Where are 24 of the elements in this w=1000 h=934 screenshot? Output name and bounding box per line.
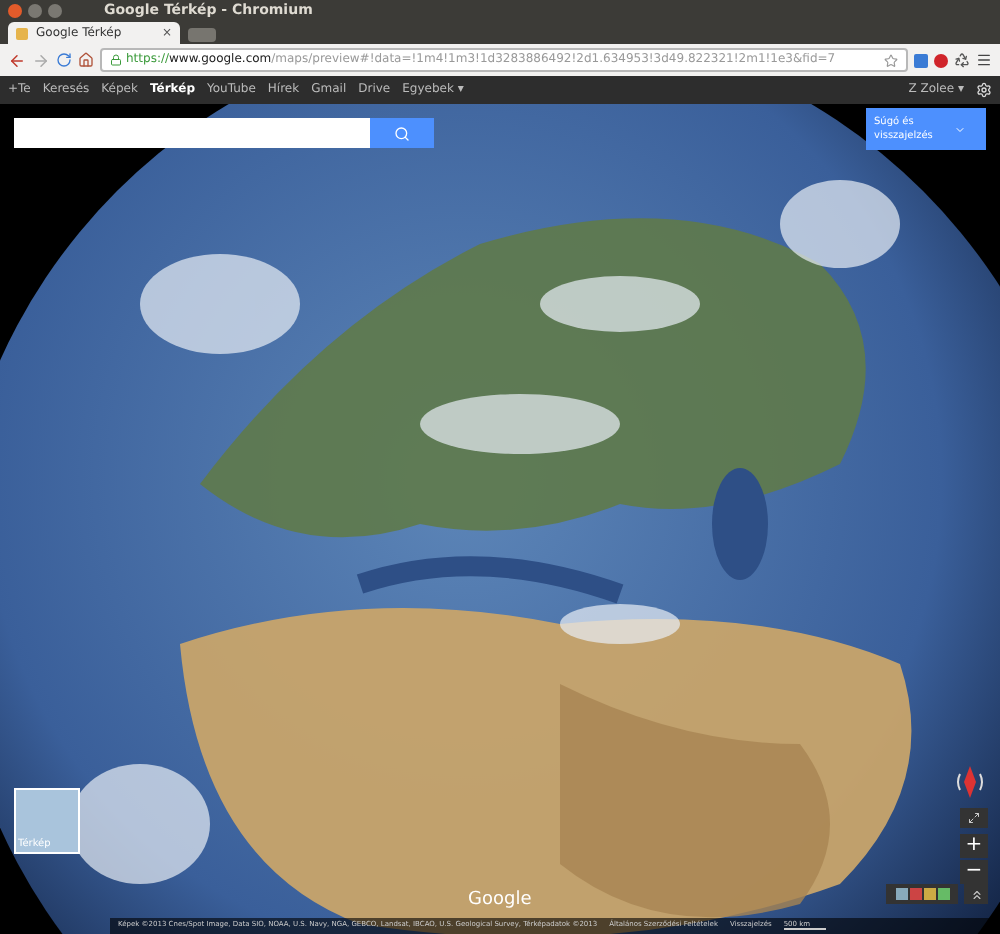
close-button[interactable]: [8, 4, 22, 18]
zoom-in-button[interactable]: +: [960, 834, 988, 858]
search-button[interactable]: [370, 118, 434, 148]
back-icon[interactable]: [8, 51, 26, 69]
settings-icon[interactable]: [976, 82, 992, 98]
search-icon: [394, 125, 410, 141]
reload-icon[interactable]: [56, 52, 72, 68]
double-chevron-up-icon: [969, 887, 983, 901]
expand-button[interactable]: [964, 884, 988, 904]
compass-icon[interactable]: [956, 764, 984, 800]
layers-panel[interactable]: [886, 884, 958, 904]
google-logo: Google: [468, 892, 532, 910]
star-icon[interactable]: [884, 53, 898, 67]
lock-icon: [110, 54, 122, 66]
recycle-icon[interactable]: [954, 52, 970, 68]
map-icon: [16, 27, 28, 39]
tilt-button[interactable]: [960, 808, 988, 828]
maximize-button[interactable]: [48, 4, 62, 18]
search-field[interactable]: [14, 118, 370, 148]
minimize-button[interactable]: [28, 4, 42, 18]
menu-icon[interactable]: [976, 52, 992, 68]
chevron-down-icon: [954, 123, 966, 135]
home-icon[interactable]: [78, 52, 94, 68]
zoom-out-button[interactable]: −: [960, 860, 988, 884]
